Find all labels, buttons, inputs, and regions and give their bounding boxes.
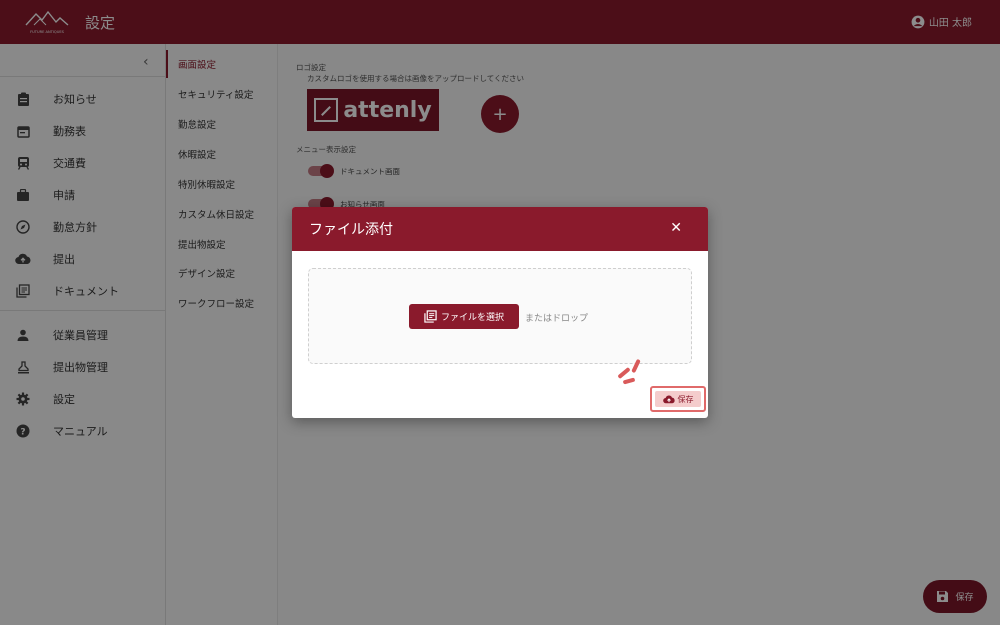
dialog-header: ファイル添付 ✕: [292, 207, 708, 251]
file-attach-dialog: ファイル添付 ✕ ファイルを選択 またはドロップ 保存: [292, 207, 708, 418]
library-icon: [424, 310, 437, 323]
close-icon[interactable]: ✕: [670, 220, 682, 236]
highlight-spark: [617, 366, 631, 380]
file-dropzone[interactable]: ファイルを選択 またはドロップ: [308, 268, 692, 364]
select-file-label: ファイルを選択: [440, 313, 504, 323]
save-highlight-outline: 保存: [650, 386, 706, 412]
dialog-title: ファイル添付: [309, 222, 393, 238]
select-file-button[interactable]: ファイルを選択: [409, 304, 519, 329]
dialog-save-label: 保存: [677, 394, 694, 404]
or-drop-text: またはドロップ: [525, 314, 589, 324]
cloud-upload-icon: [662, 395, 675, 403]
highlight-spark: [622, 377, 636, 385]
dialog-save-button[interactable]: 保存: [655, 391, 701, 407]
